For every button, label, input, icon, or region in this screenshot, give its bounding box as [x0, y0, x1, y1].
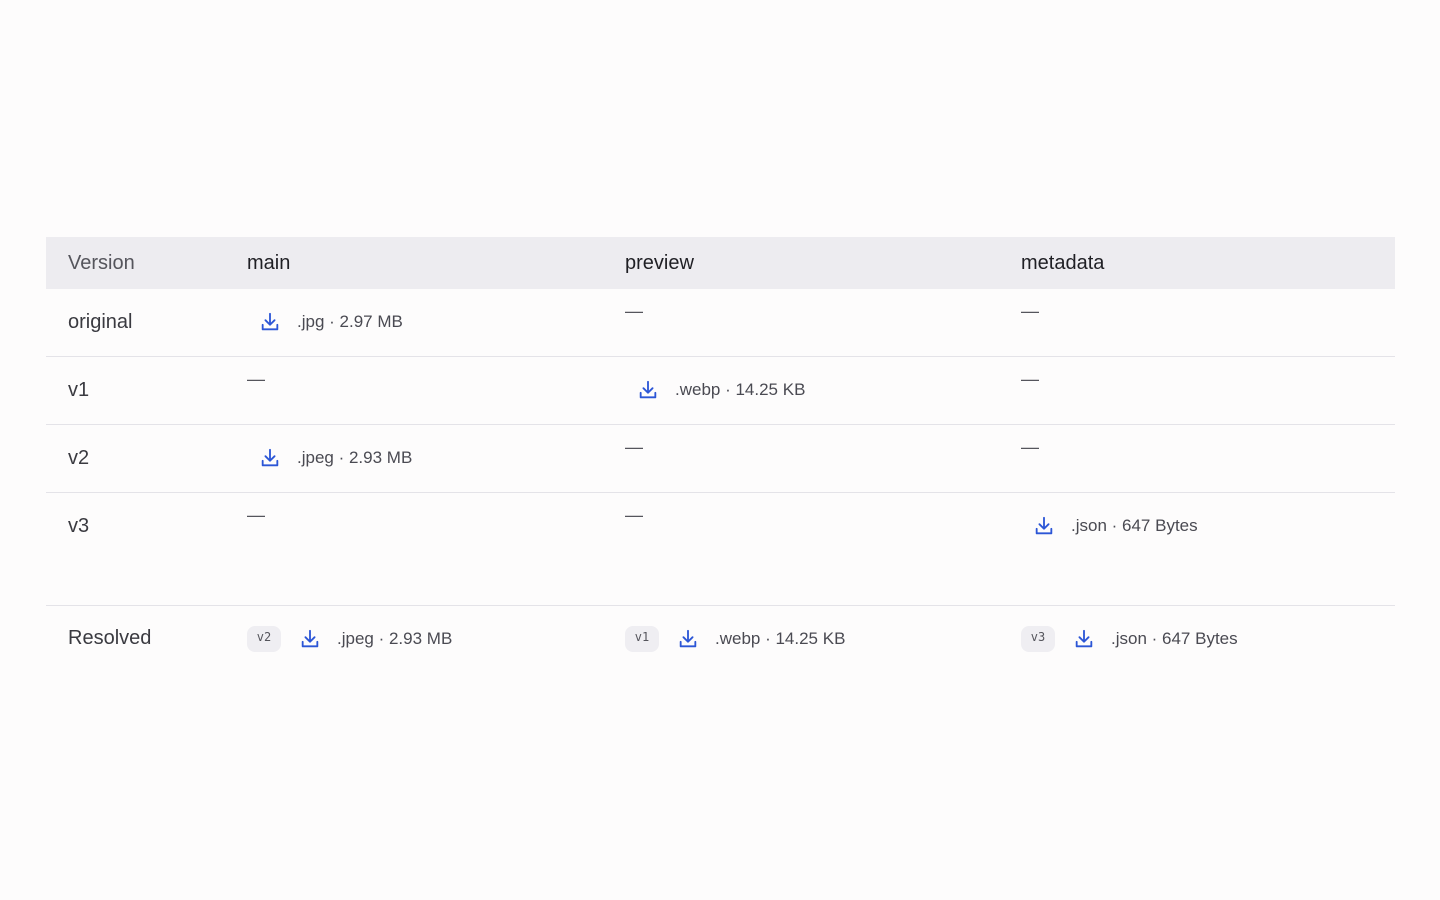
empty-marker: — [625, 437, 643, 457]
column-header-preview: preview [625, 252, 694, 274]
empty-marker: — [247, 369, 265, 389]
resolved-preview: v1 .webp · 14.25 KB [625, 626, 845, 652]
file-entry-preview: .webp · 14.25 KB [635, 377, 805, 403]
file-info: .jpg · 2.97 MB [297, 312, 403, 331]
download-icon[interactable] [675, 626, 701, 652]
version-badge: v1 [625, 626, 659, 652]
version-label: original [68, 311, 133, 333]
column-header-main: main [247, 252, 291, 274]
column-header-metadata: metadata [1021, 252, 1105, 274]
version-label: v3 [68, 515, 90, 537]
empty-marker: — [1021, 369, 1039, 389]
empty-marker: — [1021, 437, 1039, 457]
versions-table: Version main preview metadata original .… [46, 237, 1395, 674]
resolved-metadata: v3 .json · 647 Bytes [1021, 626, 1238, 652]
table-row: v1 — .webp · 14.25 KB — [46, 357, 1395, 425]
download-icon[interactable] [1031, 513, 1057, 539]
download-icon[interactable] [1071, 626, 1097, 652]
resolved-label: Resolved [68, 627, 152, 649]
download-icon[interactable] [257, 309, 283, 335]
download-icon[interactable] [257, 445, 283, 471]
version-label: v1 [68, 379, 90, 401]
file-info: .jpeg · 2.93 MB [297, 448, 413, 467]
file-info: .jpeg · 2.93 MB [337, 629, 453, 648]
file-info: .json · 647 Bytes [1111, 629, 1238, 648]
table-header: Version main preview metadata [46, 237, 1395, 289]
file-entry-main: .jpeg · 2.93 MB [257, 445, 412, 471]
download-icon[interactable] [635, 377, 661, 403]
column-header-version: Version [68, 252, 135, 274]
file-info: .json · 647 Bytes [1071, 516, 1198, 535]
empty-marker: — [625, 301, 643, 321]
empty-marker: — [625, 505, 643, 525]
file-info: .webp · 14.25 KB [715, 629, 846, 648]
table-row: v3 — — .json · 647 Bytes [46, 493, 1395, 606]
table-row: v2 .jpeg · 2.93 MB — — [46, 425, 1395, 493]
file-entry-metadata: .json · 647 Bytes [1031, 513, 1198, 539]
file-info: .webp · 14.25 KB [675, 380, 806, 399]
empty-marker: — [247, 505, 265, 525]
resolved-row: Resolved v2 .jpeg · 2.93 MB v1 .webp · 1… [46, 606, 1395, 674]
version-badge: v3 [1021, 626, 1055, 652]
resolved-main: v2 .jpeg · 2.93 MB [247, 626, 452, 652]
version-badge: v2 [247, 626, 281, 652]
download-icon[interactable] [297, 626, 323, 652]
file-entry-main: .jpg · 2.97 MB [257, 309, 403, 335]
empty-marker: — [1021, 301, 1039, 321]
table-row: original .jpg · 2.97 MB — — [46, 289, 1395, 357]
version-label: v2 [68, 447, 90, 469]
